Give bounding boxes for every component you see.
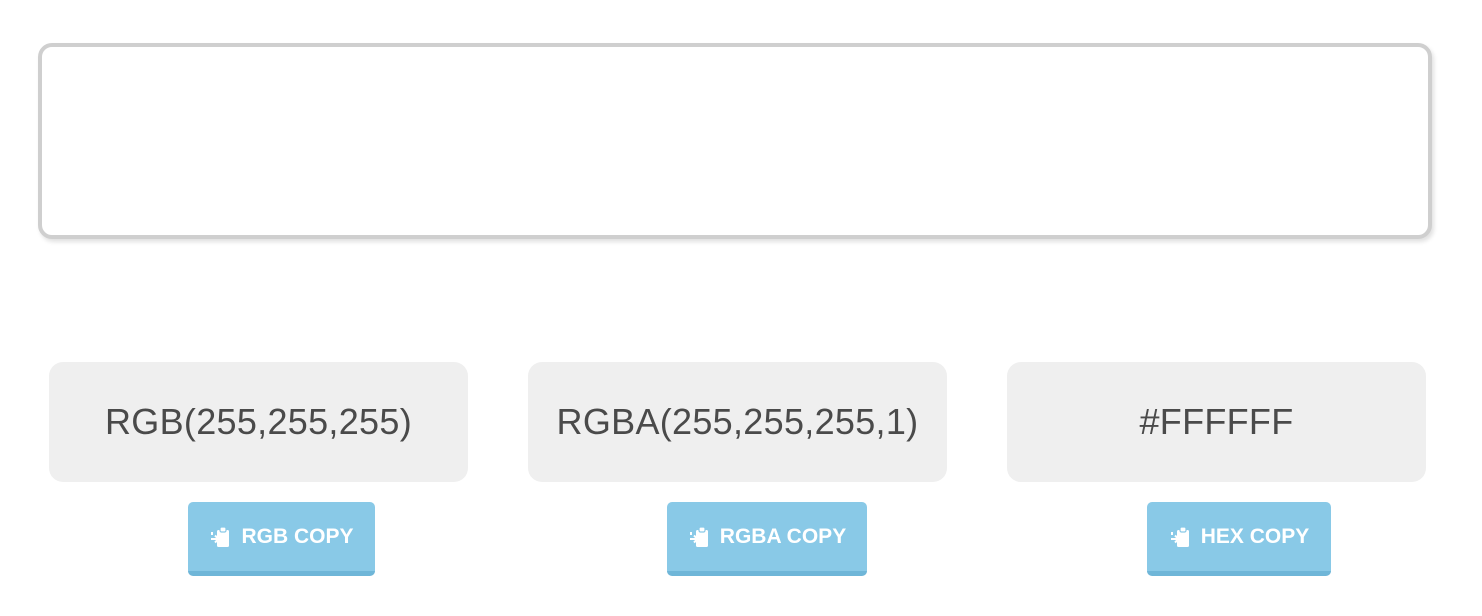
- clipboard-paste-icon: [1169, 525, 1193, 549]
- hex-value-text: #FFFFFF: [1139, 401, 1294, 442]
- rgba-value-display: RGBA(255,255,255,1): [528, 362, 947, 482]
- clipboard-paste-icon: [209, 525, 233, 549]
- hex-value-display: #FFFFFF: [1007, 362, 1426, 482]
- rgba-copy-label: RGBA COPY: [719, 524, 847, 548]
- rgba-copy-button[interactable]: RGBA COPY: [667, 502, 867, 576]
- rgb-copy-label: RGB COPY: [241, 524, 354, 548]
- hex-copy-label: HEX COPY: [1200, 524, 1310, 548]
- rgb-copy-button[interactable]: RGB COPY: [188, 502, 375, 576]
- hex-copy-button[interactable]: HEX COPY: [1147, 502, 1331, 576]
- rgba-value-text: RGBA(255,255,255,1): [556, 401, 919, 442]
- rgb-value-display: RGB(255,255,255): [49, 362, 468, 482]
- color-preview-swatch: [38, 43, 1432, 239]
- color-converter-page: RGB(255,255,255) RGBA(255,255,255,1) #FF…: [0, 0, 1482, 616]
- rgb-value-text: RGB(255,255,255): [105, 401, 412, 442]
- clipboard-paste-icon: [688, 525, 712, 549]
